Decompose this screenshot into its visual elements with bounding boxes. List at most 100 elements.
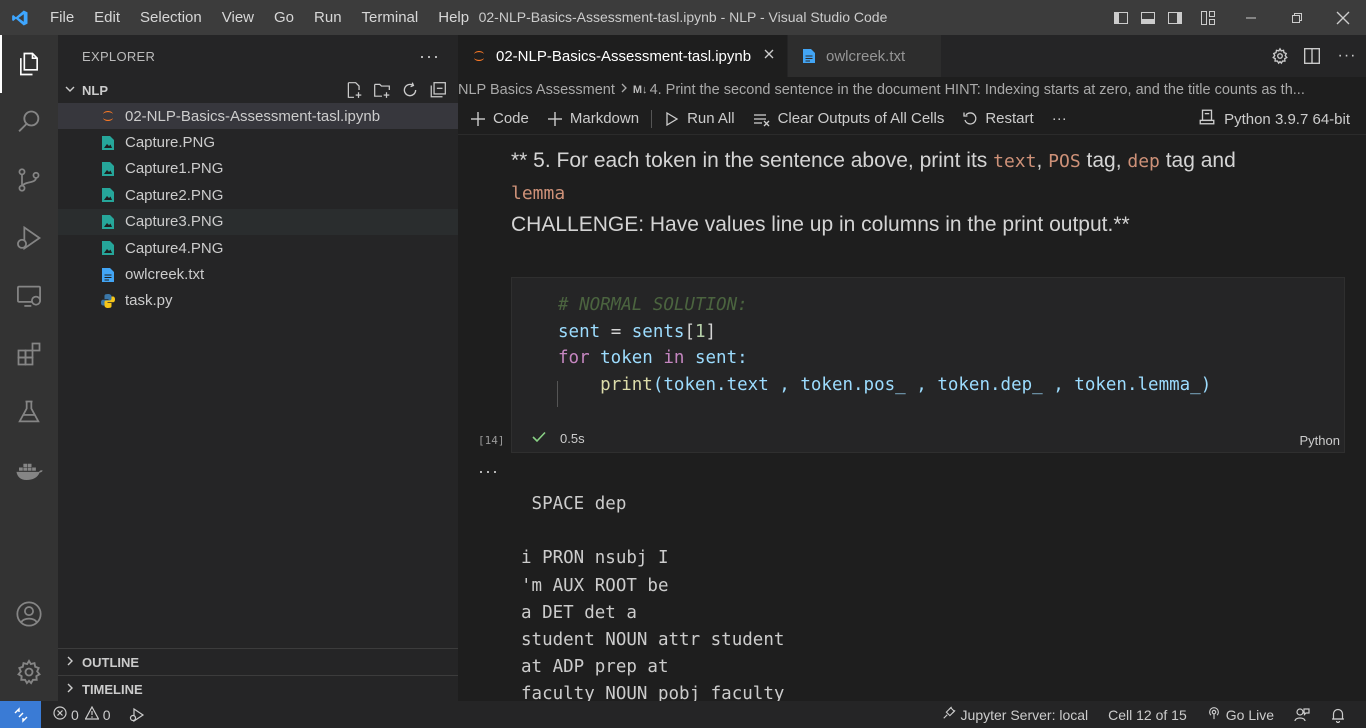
explorer-title: EXPLORER <box>82 48 156 64</box>
notifications-bell-icon[interactable] <box>1330 707 1346 723</box>
broadcast-icon <box>1207 706 1221 723</box>
remote-indicator-icon[interactable] <box>0 701 41 728</box>
output-line: at ADP prep at <box>521 657 669 678</box>
timeline-section[interactable]: TIMELINE <box>58 675 458 702</box>
vscode-logo-icon[interactable] <box>0 0 40 35</box>
menu-terminal[interactable]: Terminal <box>352 0 429 35</box>
menu-go[interactable]: Go <box>264 0 304 35</box>
markdown-cell[interactable]: ** 5. For each token in the sentence abo… <box>511 145 1341 240</box>
remote-explorer-icon[interactable] <box>0 267 58 325</box>
notebook-settings-gear-icon[interactable] <box>1264 35 1296 77</box>
menu-run[interactable]: Run <box>304 0 352 35</box>
image-file-icon <box>100 161 116 177</box>
file-item-capture2[interactable]: Capture2.PNG <box>58 182 458 208</box>
kernel-picker[interactable]: Python 3.9.7 64-bit <box>1198 103 1350 135</box>
manage-gear-icon[interactable] <box>0 643 58 701</box>
problems-indicator[interactable]: 0 0 <box>53 705 111 723</box>
run-all-button[interactable]: Run All <box>664 110 735 127</box>
check-icon <box>532 430 546 447</box>
file-name: Capture.PNG <box>125 134 216 152</box>
customize-layout-icon[interactable] <box>1188 0 1228 35</box>
jupyter-icon <box>470 47 488 65</box>
accounts-icon[interactable] <box>0 585 58 643</box>
file-item-capture4[interactable]: Capture4.PNG <box>58 235 458 261</box>
collapse-all-icon[interactable] <box>424 77 452 103</box>
clear-outputs-button[interactable]: Clear Outputs of All Cells <box>753 110 944 127</box>
tab-notebook[interactable]: 02-NLP-Basics-Assessment-tasl.ipynb <box>458 35 788 77</box>
new-file-icon[interactable] <box>340 77 368 103</box>
outline-section[interactable]: OUTLINE <box>58 648 458 675</box>
folder-nlp[interactable]: NLP <box>58 77 458 103</box>
close-window-icon[interactable] <box>1320 0 1366 35</box>
restart-kernel-button[interactable]: Restart <box>962 110 1034 127</box>
notebook-toolbar: Code Markdown Run All Clear Outputs of A… <box>458 103 1366 135</box>
activity-bar-bottom <box>0 585 58 701</box>
toggle-panel-icon[interactable] <box>1134 0 1161 35</box>
menu-selection[interactable]: Selection <box>130 0 212 35</box>
toggle-secondary-sidebar-icon[interactable] <box>1161 0 1188 35</box>
file-item-capture3[interactable]: Capture3.PNG <box>58 208 458 235</box>
toolbar-more-icon[interactable]: ··· <box>1052 110 1067 127</box>
execution-count: [14] <box>478 434 505 447</box>
status-bar-right: Jupyter Server: local Cell 12 of 15 Go L… <box>942 701 1366 728</box>
docker-icon[interactable] <box>0 441 58 499</box>
outline-label: OUTLINE <box>82 654 140 670</box>
file-item-owlcreek[interactable]: owlcreek.txt <box>58 261 458 287</box>
menu-bar: File Edit Selection View Go Run Terminal… <box>40 0 479 35</box>
go-live-button[interactable]: Go Live <box>1207 706 1274 723</box>
file-item-notebook[interactable]: 02-NLP-Basics-Assessment-tasl.ipynb <box>58 103 458 130</box>
jupyter-server-status[interactable]: Jupyter Server: local <box>942 706 1088 723</box>
restore-icon[interactable] <box>1274 0 1320 35</box>
editor-area: 02-NLP-Basics-Assessment-tasl.ipynb owlc… <box>458 35 1366 701</box>
output-line: a DET det a <box>521 602 637 623</box>
explorer-more-icon[interactable]: ··· <box>419 46 440 67</box>
python-icon <box>100 293 116 309</box>
menu-view[interactable]: View <box>212 0 264 35</box>
editor-actions: ··· <box>1264 35 1366 77</box>
feedback-icon[interactable] <box>1294 707 1310 723</box>
file-item-capture1[interactable]: Capture1.PNG <box>58 156 458 182</box>
testing-icon[interactable] <box>0 383 58 441</box>
file-name: task.py <box>125 292 173 310</box>
add-markdown-cell-button[interactable]: Markdown <box>547 110 639 127</box>
file-name: Capture4.PNG <box>125 239 224 257</box>
chevron-right-icon <box>64 682 80 697</box>
plus-icon <box>470 111 486 127</box>
text-file-icon <box>100 267 116 283</box>
menu-help[interactable]: Help <box>428 0 479 35</box>
refresh-icon[interactable] <box>396 77 424 103</box>
explorer-icon[interactable] <box>0 35 58 93</box>
jupyter-icon <box>100 108 116 124</box>
more-actions-icon[interactable]: ··· <box>1328 35 1366 77</box>
cell-language[interactable]: Python <box>1300 433 1340 448</box>
breadcrumb-cell[interactable]: 4. Print the second sentence in the docu… <box>650 82 1305 98</box>
breadcrumb-notebook[interactable]: NLP Basics Assessment <box>458 82 615 98</box>
extensions-icon[interactable] <box>0 325 58 383</box>
add-code-cell-button[interactable]: Code <box>470 110 529 127</box>
tab-owlcreek[interactable]: owlcreek.txt <box>788 35 942 77</box>
activity-bar <box>0 35 58 701</box>
output-line: 'm AUX ROOT be <box>521 575 669 596</box>
cell-position[interactable]: Cell 12 of 15 <box>1108 707 1187 723</box>
search-icon[interactable] <box>0 93 58 151</box>
new-folder-icon[interactable] <box>368 77 396 103</box>
chevron-right-icon <box>64 655 80 670</box>
debug-launch-icon[interactable] <box>129 707 145 723</box>
code-editor[interactable]: # NORMAL SOLUTION: sent = sents[1] for t… <box>558 292 1211 398</box>
run-debug-icon[interactable] <box>0 209 58 267</box>
menu-edit[interactable]: Edit <box>84 0 130 35</box>
window-controls <box>1107 0 1366 35</box>
file-item-capture[interactable]: Capture.PNG <box>58 129 458 155</box>
menu-file[interactable]: File <box>40 0 84 35</box>
source-control-icon[interactable] <box>0 151 58 209</box>
folder-name: NLP <box>82 82 108 98</box>
toggle-primary-sidebar-icon[interactable] <box>1107 0 1134 35</box>
file-item-task-py[interactable]: task.py <box>58 288 458 314</box>
chevron-right-icon <box>619 82 629 98</box>
timeline-label: TIMELINE <box>82 681 143 697</box>
split-editor-icon[interactable] <box>1296 35 1328 77</box>
close-tab-icon[interactable] <box>763 47 775 65</box>
minimize-icon[interactable] <box>1228 0 1274 35</box>
output-more-icon[interactable]: ··· <box>478 461 499 482</box>
code-cell[interactable]: # NORMAL SOLUTION: sent = sents[1] for t… <box>511 277 1345 453</box>
